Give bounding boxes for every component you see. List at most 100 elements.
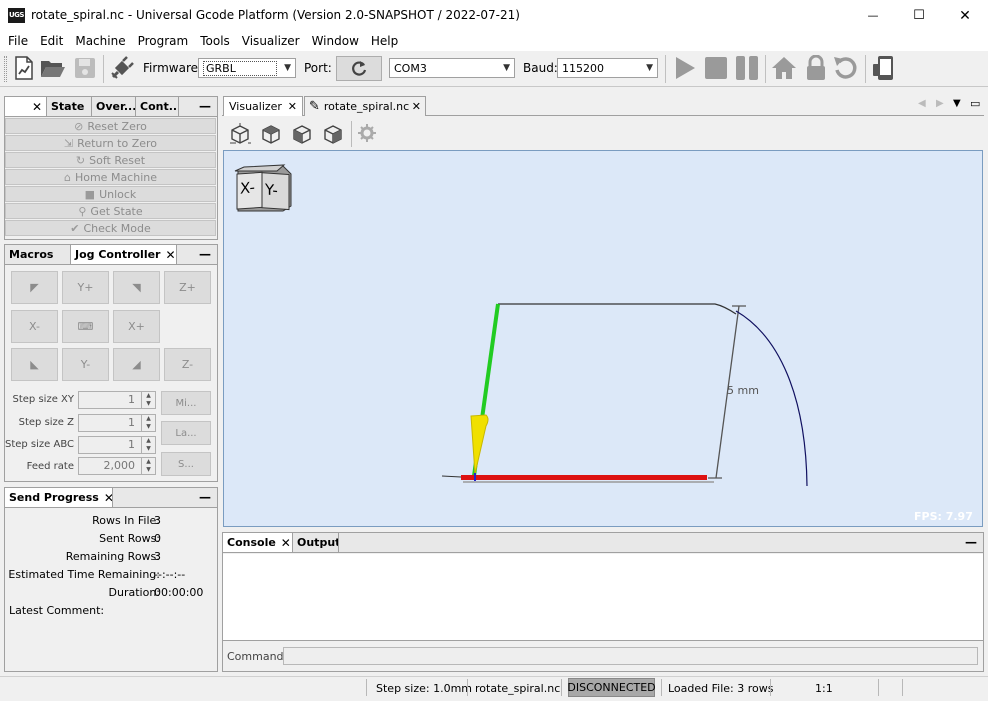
view-front-button[interactable] (321, 122, 345, 149)
tab-scroll-right-icon[interactable]: ▶ (936, 98, 944, 109)
tab-visualizer[interactable]: Visualizer ✕ (223, 96, 303, 116)
minimize-panel-button[interactable]: — (199, 99, 211, 113)
baud-select[interactable]: 115200 ▼ (557, 58, 658, 78)
gear-icon (358, 124, 376, 142)
step-size-abc-input[interactable]: 1 ▲ ▼ (78, 436, 156, 454)
minimize-panel-button[interactable]: — (965, 535, 977, 549)
step-size-xy-input[interactable]: 1 ▲ ▼ (78, 391, 156, 409)
jog-x-plus-button[interactable]: X+ (113, 310, 160, 343)
close-icon[interactable]: ✕ (288, 100, 297, 113)
soft-reset-button[interactable]: ↻ Soft Reset (5, 152, 216, 168)
duration-value: 00:00:00 (154, 586, 204, 599)
spinner-arrows-icon[interactable]: ▲ ▼ (141, 458, 155, 474)
close-button[interactable]: ✕ (942, 0, 988, 31)
open-folder-button[interactable] (40, 55, 66, 81)
tab-console[interactable]: Console ✕ (223, 533, 293, 552)
jog-large-button[interactable]: La... (161, 421, 211, 445)
unlock-machine-button[interactable]: ■ Unlock (5, 186, 216, 202)
estimated-time-value: --:--:-- (154, 568, 186, 581)
menu-program[interactable]: Program (132, 34, 195, 48)
reset-zero-button[interactable]: ⊘ Reset Zero (5, 118, 216, 134)
visualizer-canvas[interactable]: X- Y- 5 mm FPS: 7.97 (223, 150, 983, 527)
close-icon[interactable]: ✕ (104, 491, 112, 505)
close-icon[interactable]: ✕ (32, 100, 42, 114)
maximize-editor-icon[interactable]: ▭ (970, 97, 980, 110)
jog-small-button[interactable]: S... (161, 452, 211, 476)
reset-button[interactable] (833, 55, 859, 81)
return-to-zero-button[interactable]: ⇲ Return to Zero (5, 135, 216, 151)
menu-machine[interactable]: Machine (69, 34, 131, 48)
port-select[interactable]: COM3 ▼ (389, 58, 515, 78)
menu-visualizer[interactable]: Visualizer (236, 34, 306, 48)
jog-x-plus-y-plus-button[interactable]: ◥ (113, 271, 160, 304)
close-icon[interactable]: ✕ (281, 536, 291, 550)
close-icon[interactable]: ✕ (165, 248, 175, 262)
tab-macros[interactable]: Macros (5, 245, 71, 264)
spinner-arrows-icon[interactable]: ▲ ▼ (141, 437, 155, 453)
baud-value: 115200 (562, 61, 604, 75)
menu-edit[interactable]: Edit (34, 34, 69, 48)
step-size-z-input[interactable]: 1 ▲ ▼ (78, 414, 156, 432)
pause-button[interactable] (734, 55, 760, 81)
minimize-panel-button[interactable]: — (199, 247, 211, 261)
view-iso-button[interactable] (228, 122, 252, 149)
menu-tools[interactable]: Tools (194, 34, 236, 48)
toolbar-separator (665, 55, 666, 83)
view-left-button[interactable] (290, 122, 314, 149)
maximize-button[interactable]: ☐ (896, 0, 942, 31)
minimize-button[interactable]: — (850, 0, 896, 31)
menu-file[interactable]: File (2, 34, 34, 48)
view-top-button[interactable] (259, 122, 283, 149)
step-size-abc-label: Step size ABC (4, 439, 74, 450)
tab-scroll-left-icon[interactable]: ◀ (918, 98, 926, 109)
connect-button[interactable] (109, 55, 135, 81)
jog-z-plus-button[interactable]: Z+ (164, 271, 211, 304)
open-gcode-button[interactable] (11, 55, 37, 81)
tab-send-progress[interactable]: Send Progress ✕ (5, 488, 113, 507)
spinner-arrows-icon[interactable]: ▲ ▼ (141, 392, 155, 408)
keyboard-jog-button[interactable]: ⌨ (62, 310, 109, 343)
close-icon: ✕ (959, 7, 971, 24)
menu-window[interactable]: Window (306, 34, 365, 48)
check-mode-button[interactable]: ✔ Check Mode (5, 220, 216, 236)
jog-y-plus-button[interactable]: Y+ (62, 271, 109, 304)
visualizer-settings-button[interactable] (356, 122, 378, 147)
jog-z-minus-button[interactable]: Z- (164, 348, 211, 381)
arrow-down-right-icon: ◢ (132, 358, 141, 371)
get-state-button[interactable]: ⚲ Get State (5, 203, 216, 219)
feed-rate-input[interactable]: 2,000 ▲ ▼ (78, 457, 156, 475)
home-machine-button[interactable]: ⌂ Home Machine (5, 169, 216, 185)
play-button[interactable] (672, 55, 698, 81)
save-button[interactable] (72, 55, 98, 81)
jog-x-minus-button[interactable]: X- (11, 310, 58, 343)
menu-help[interactable]: Help (365, 34, 404, 48)
reset-icon: ↻ (75, 153, 86, 167)
refresh-ports-button[interactable] (336, 56, 382, 81)
tab-controls[interactable]: Cont... (136, 97, 179, 116)
tab-output[interactable]: Output (293, 533, 339, 552)
jog-x-minus-y-plus-button[interactable]: ◤ (11, 271, 58, 304)
jog-mode-button[interactable]: Mi... (161, 391, 211, 415)
unlock-button[interactable] (803, 55, 829, 81)
close-icon[interactable]: ✕ (412, 100, 421, 113)
tab-list-icon[interactable]: ▼ (953, 98, 961, 109)
feed-rate-label: Feed rate (26, 461, 74, 472)
tab-rotate-spiral[interactable]: ✎ rotate_spiral.nc ✕ (304, 96, 426, 116)
jog-x-minus-y-minus-button[interactable]: ◣ (11, 348, 58, 381)
status-separator (366, 679, 367, 696)
pendant-button[interactable] (871, 55, 897, 81)
command-input[interactable] (283, 647, 978, 665)
refresh-icon (352, 60, 367, 76)
minimize-panel-button[interactable]: — (199, 490, 211, 504)
tab-jog-controller[interactable]: Jog Controller ✕ (71, 245, 177, 264)
stop-button[interactable] (703, 55, 729, 81)
firmware-select[interactable]: GRBL ▼ (198, 58, 296, 78)
home-button[interactable] (771, 55, 797, 81)
tab-state[interactable]: State (47, 97, 92, 116)
tab-untitled[interactable]: ✕ (5, 97, 47, 116)
jog-x-plus-y-minus-button[interactable]: ◢ (113, 348, 160, 381)
tab-overrides[interactable]: Over... (92, 97, 136, 116)
spinner-arrows-icon[interactable]: ▲ ▼ (141, 415, 155, 431)
jog-y-minus-button[interactable]: Y- (62, 348, 109, 381)
console-output-area[interactable] (223, 554, 983, 641)
